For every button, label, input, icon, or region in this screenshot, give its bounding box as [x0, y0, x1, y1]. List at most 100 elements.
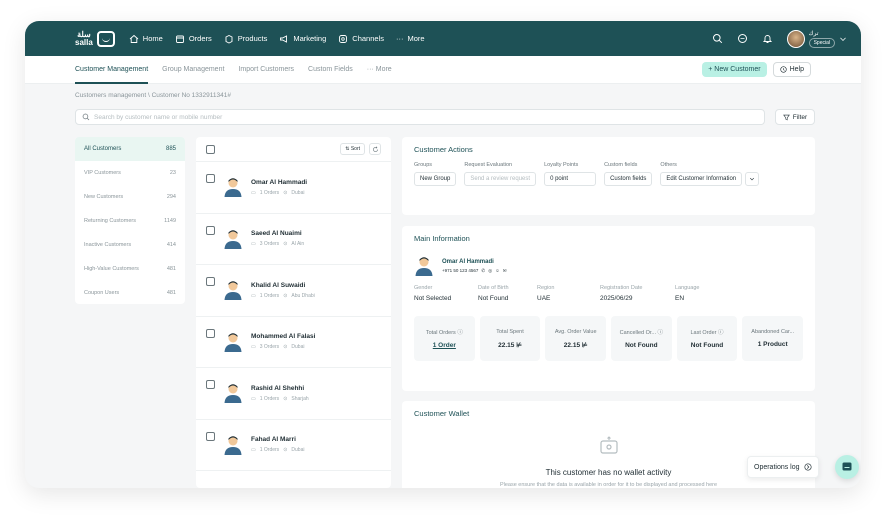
review-request-button[interactable]: Send a review request [464, 172, 537, 186]
stat-label: Cancelled Or... [619, 330, 657, 336]
nav-orders[interactable]: Orders [175, 34, 212, 44]
bell-icon[interactable] [762, 33, 773, 44]
person-avatar-icon [415, 257, 433, 276]
stat-label: Total Spent [496, 328, 524, 335]
help-icon [779, 66, 787, 73]
segment-new-customers[interactable]: New Customers 294 [75, 185, 185, 209]
help-button[interactable]: Help [772, 62, 811, 77]
sub-navbar: Customer Management Group Management Imp… [25, 56, 861, 84]
select-all-checkbox[interactable] [206, 144, 215, 154]
sort-button[interactable]: ⇅ Sort [340, 143, 365, 155]
location-icon: ⊙ [283, 292, 288, 299]
list-item[interactable]: Rashid Al Shehhi ▭ 1 Orders ⊙ Sharjah [196, 368, 391, 420]
customer-city: Abu Dhabi [291, 292, 315, 299]
wallet-empty-subtitle: Please ensure that the data is available… [499, 482, 718, 488]
review-label: Request Evaluation [464, 162, 513, 168]
list-item[interactable]: Mohammed Al Falasi ▭ 3 Orders ⊙ Dubai [196, 317, 391, 368]
person-avatar-icon [224, 281, 242, 301]
filter-button[interactable]: Filter [775, 109, 815, 125]
breadcrumb[interactable]: Customers management \ Customer No 13329… [75, 92, 231, 99]
location-icon: ⊙ [283, 241, 288, 248]
nav-home-label: Home [142, 34, 163, 43]
stat-avg-order-value: Avg. Order Value 22.15 ⊭ [545, 316, 607, 361]
others-dropdown-button[interactable] [745, 172, 760, 186]
stat-label: Last Order [690, 330, 717, 336]
search-icon[interactable] [712, 33, 723, 44]
list-item[interactable]: Khalid Al Suwaidi ▭ 1 Orders ⊙ Abu Dhabi [196, 265, 391, 317]
tab-custom-fields[interactable]: Custom Fields [308, 56, 353, 84]
sort-label: Sort [350, 146, 360, 152]
top-navbar: سلة salla Home Orders Products Marketing… [25, 21, 861, 56]
calendar-icon: ▭ [251, 292, 256, 299]
calendar-icon: ▭ [251, 241, 256, 248]
segment-count: 885 [165, 146, 176, 152]
customer-city: Sharjah [291, 395, 309, 402]
segment-list: All Customers 885 VIP Customers 23 New Cus… [75, 137, 185, 304]
user-badge: Special [808, 37, 835, 48]
salla-logo[interactable]: سلة salla [75, 30, 115, 47]
nav-marketing-label: Marketing [293, 34, 327, 43]
nav-channels[interactable]: Channels [338, 34, 384, 44]
chevron-down-icon [840, 37, 846, 41]
total-orders-link[interactable]: 1 Order [433, 342, 456, 349]
row-checkbox[interactable] [206, 380, 215, 389]
logo-mark [96, 30, 115, 47]
stat-label: Total Orders [425, 330, 456, 336]
search-input[interactable]: Search by customer name or mobile number [75, 109, 765, 125]
loyalty-points-field[interactable]: 0 point [544, 172, 597, 186]
person-avatar-icon [224, 230, 242, 249]
refresh-button[interactable] [369, 143, 381, 155]
row-checkbox[interactable] [206, 328, 215, 338]
user-menu[interactable]: ترك Special [786, 29, 847, 48]
segment-high-value-customers[interactable]: High-Value Customers 481 [75, 257, 185, 281]
nav-orders-label: Orders [188, 34, 212, 43]
tab-import-customers[interactable]: Import Customers [238, 56, 294, 84]
nav-more[interactable]: ··· More [396, 34, 425, 43]
riyal-icon: ⊭ [516, 341, 522, 349]
nav-home[interactable]: Home [129, 34, 163, 44]
info-registration-date: Registration Date 2025/06/29 [600, 285, 643, 302]
operations-log-button[interactable]: Operations log [747, 456, 819, 478]
message-icon[interactable]: ☺ [495, 268, 500, 273]
whatsapp-icon[interactable]: ◎ [488, 268, 492, 274]
tab-more[interactable]: ··· More [367, 56, 392, 84]
groups-select[interactable]: New Group [414, 172, 457, 186]
nav-marketing[interactable]: Marketing [279, 34, 326, 44]
phone-icon[interactable]: ✆ [481, 268, 485, 274]
segment-coupon-users[interactable]: Coupon Users 481 [75, 281, 185, 304]
tab-group-management[interactable]: Group Management [162, 56, 224, 84]
row-checkbox[interactable] [206, 225, 215, 235]
mail-icon[interactable]: ✉ [503, 268, 507, 274]
chat-support-button[interactable] [835, 455, 859, 479]
chat-icon[interactable] [737, 33, 748, 44]
more-icon: ··· [395, 34, 404, 43]
search-icon [82, 113, 90, 121]
main-information-title: Main Information [414, 234, 470, 243]
segment-vip-customers[interactable]: VIP Customers 23 [75, 161, 185, 185]
segment-all-customers[interactable]: All Customers 885 [75, 137, 185, 161]
segment-label: Inactive Customers [84, 242, 132, 248]
arrow-circle-icon [804, 463, 812, 471]
segment-inactive-customers[interactable]: Inactive Customers 414 [75, 233, 185, 257]
row-checkbox[interactable] [206, 277, 215, 286]
products-icon [225, 34, 233, 44]
tab-customer-management[interactable]: Customer Management [75, 56, 149, 84]
list-item[interactable]: Saeed Al Nuaimi ▭ 3 Orders ⊙ Al Ain [196, 214, 391, 265]
list-item[interactable]: Fahad Al Marri ▭ 1 Orders ⊙ Dubai [196, 420, 391, 471]
nav-products[interactable]: Products [224, 34, 267, 44]
row-checkbox[interactable] [206, 174, 215, 183]
customer-orders: 1 Orders [259, 189, 280, 196]
customer-name: Rashid Al Shehhi [251, 384, 305, 392]
points-label: Loyalty Points [544, 162, 579, 168]
segment-returning-customers[interactable]: Returning Customers 1149 [75, 209, 185, 233]
row-checkbox[interactable] [206, 431, 215, 441]
stat-cancelled-orders: Cancelled Or... ⓘ Not Found [611, 316, 672, 361]
edit-customer-button[interactable]: Edit Customer Information [660, 172, 743, 186]
customer-city: Dubai [291, 344, 305, 351]
list-header: ⇅ Sort [196, 137, 391, 162]
list-item[interactable]: Omar Al Hammadi ▭ 1 Orders ⊙ Dubai [196, 162, 391, 214]
new-customer-button[interactable]: + New Customer [702, 62, 767, 77]
filter-icon [782, 114, 790, 120]
custom-fields-button[interactable]: Custom fields [604, 172, 653, 186]
more-dots-icon: ··· [366, 66, 376, 73]
